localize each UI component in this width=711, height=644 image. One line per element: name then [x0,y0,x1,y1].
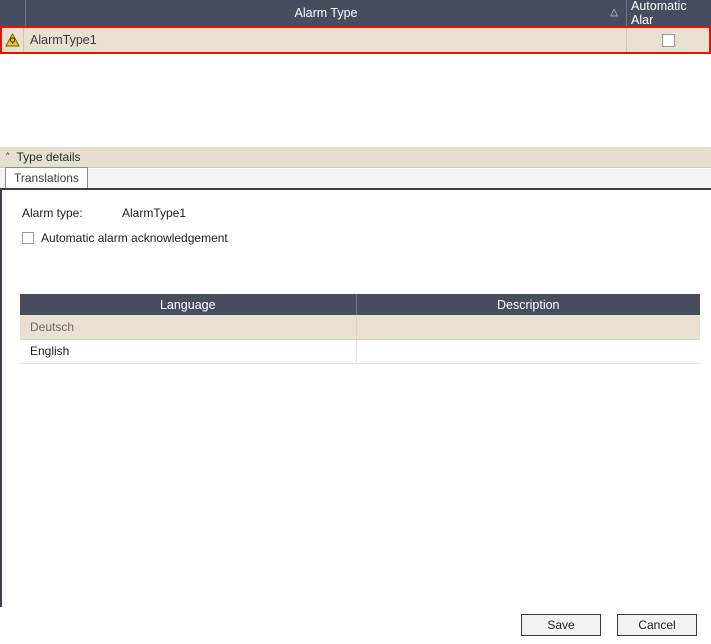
sort-ascending-icon[interactable]: △ [610,8,618,18]
type-details-panel: ˄ Type details Translations Alarm type: … [0,147,711,636]
row-alarm-type-value: AlarmType1 [30,33,97,47]
translations-cell-description[interactable] [356,315,700,340]
chevron-up-icon[interactable]: ˄ [5,152,11,163]
grid-header-automatic-alarm-label: Automatic Alar [631,0,687,27]
grid-header-alarm-type-label: Alarm Type [294,6,358,20]
row-alarm-type-cell[interactable]: AlarmType1 [24,28,627,52]
grid-header-automatic-alarm[interactable]: Automatic Alar [627,0,711,27]
alarm-type-field-row: Alarm type: AlarmType1 [22,206,186,220]
alarm-type-grid: Alarm Type △ Automatic Alar AlarmType1 [0,0,711,54]
row-automatic-alarm-checkbox[interactable] [661,33,675,47]
warning-triangle-icon [5,33,20,47]
type-details-title: Type details [16,150,81,164]
translations-table-header-row: Language Description [20,294,700,315]
translations-column-description[interactable]: Description [356,294,700,315]
cancel-button[interactable]: Cancel [617,614,697,636]
translations-cell-language[interactable]: Deutsch [20,315,357,340]
table-row[interactable]: AlarmType1 [0,26,711,54]
translations-cell-language[interactable]: English [20,339,357,364]
tab-strip: Translations [0,167,711,190]
translations-tab-content: Alarm type: AlarmType1 Automatic alarm a… [0,190,711,636]
translations-cell-description[interactable] [356,339,700,364]
tab-translations-label: Translations [14,171,79,185]
grid-header-alarm-type[interactable]: Alarm Type △ [26,0,627,26]
alarm-type-label: Alarm type: [22,206,83,220]
table-row[interactable]: English [20,339,700,364]
row-automatic-alarm-cell[interactable] [627,28,709,52]
dialog-button-bar: Save Cancel [2,614,711,644]
row-indicator-cell [2,28,24,52]
tab-translations[interactable]: Translations [5,167,88,188]
grid-header-row: Alarm Type △ Automatic Alar [0,0,711,27]
save-button[interactable]: Save [521,614,601,636]
automatic-alarm-ack-checkbox[interactable] [22,232,34,244]
grid-header-indicator-column [0,0,26,26]
translations-table: Language Description Deutsch English [20,294,700,364]
grid-empty-area [0,54,711,147]
translations-column-language[interactable]: Language [20,294,357,315]
table-row[interactable]: Deutsch [20,315,700,340]
automatic-alarm-ack-label: Automatic alarm acknowledgement [41,231,228,245]
alarm-type-value: AlarmType1 [122,206,187,220]
automatic-alarm-ack-row[interactable]: Automatic alarm acknowledgement [22,231,228,245]
type-details-header[interactable]: ˄ Type details [0,147,711,168]
